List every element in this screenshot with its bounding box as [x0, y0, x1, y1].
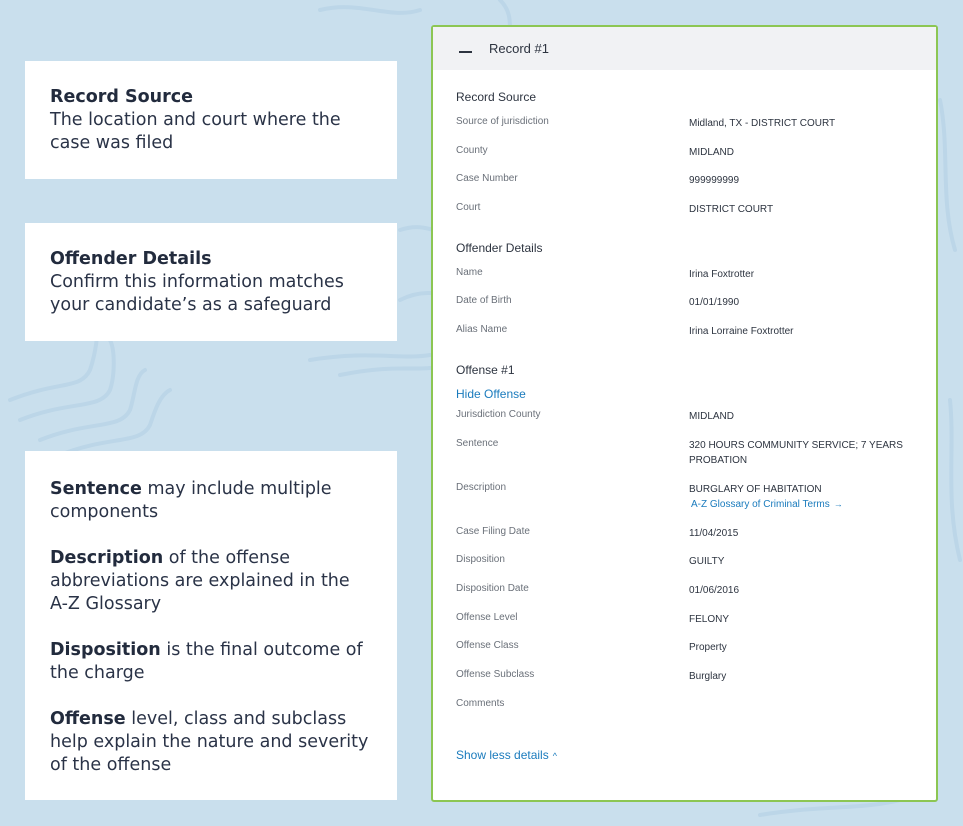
arrow-right-icon: →	[833, 498, 843, 509]
row-value: MIDLAND	[689, 410, 735, 422]
row-value: 999999999	[689, 175, 740, 187]
row-value: 01/06/2016	[689, 584, 740, 596]
row-value: Burglary	[689, 670, 727, 682]
row-value: Irina Lorraine Foxtrotter	[689, 326, 794, 338]
glossary-link-label: A-Z Glossary of Criminal Terms	[691, 498, 830, 510]
glossary-link[interactable]: A-Z Glossary of Criminal Terms →	[691, 497, 843, 512]
callout-bold: Sentence	[50, 479, 142, 499]
detail-row: Date of Birth 01/01/1990	[456, 295, 913, 324]
row-label: Offense Subclass	[456, 668, 535, 680]
row-value: Irina Foxtrotter	[689, 268, 755, 280]
callout-bold: Disposition	[50, 640, 161, 660]
record-source-section: Record Source Source of jurisdiction Midl…	[456, 90, 913, 231]
show-less-label: Show less details	[456, 748, 549, 763]
detail-row: Case Filing Date 11/04/2015	[456, 526, 913, 555]
row-value: FELONY	[689, 613, 730, 625]
detail-row: Comments	[456, 698, 913, 727]
callout-record-source: Record Source The location and court whe…	[25, 61, 397, 179]
row-label: Alias Name	[456, 324, 508, 336]
callout-disposition-note: Disposition is the final outcome of the …	[50, 639, 372, 685]
row-value: 01/01/1990	[689, 297, 740, 309]
row-label: Source of jurisdiction	[456, 116, 549, 127]
row-value: BURGLARY OF HABITATION	[689, 483, 822, 495]
row-label: Court	[456, 202, 481, 214]
offense-section: Offense #1 Hide Offense Jurisdiction Cou…	[456, 363, 913, 727]
detail-row: Name Irina Foxtrotter	[456, 267, 913, 296]
callout-text: Confirm this information matches your ca…	[50, 272, 344, 315]
row-label: Name	[456, 266, 483, 278]
detail-row: Court DISTRICT COURT	[456, 202, 913, 231]
row-value: Midland, TX - DISTRICT COURT	[689, 118, 836, 129]
hide-offense-link[interactable]: Hide Offense	[456, 387, 913, 401]
detail-row: Description BURGLARY OF HABITATION A-Z G…	[456, 482, 913, 526]
detail-row: County MIDLAND	[456, 145, 913, 174]
record-body: Record Source Source of jurisdiction Midl…	[433, 70, 936, 764]
callout-offender-details: Offender Details Confirm this informatio…	[25, 223, 397, 341]
detail-row: Offense Class Property	[456, 640, 913, 669]
row-label: Case Number	[456, 173, 518, 185]
callout-sentence-note: Sentence may include multiple components	[50, 478, 372, 524]
row-value	[689, 698, 913, 727]
callout-title: Offender Details	[50, 249, 212, 269]
detail-row: Disposition Date 01/06/2016	[456, 583, 913, 612]
callout-text: The location and court where the case wa…	[50, 110, 341, 153]
record-card: Record #1 Record Source Source of jurisd…	[431, 25, 938, 802]
row-label: Sentence	[456, 437, 499, 449]
detail-row: Offense Level FELONY	[456, 612, 913, 641]
row-label: Offense Level	[456, 611, 518, 623]
detail-row: Jurisdiction County MIDLAND	[456, 409, 913, 438]
callout-offense-notes: Sentence may include multiple components…	[25, 451, 397, 800]
row-value-group: BURGLARY OF HABITATION A-Z Glossary of C…	[689, 482, 913, 526]
row-value: 320 HOURS COMMUNITY SERVICE; 7 YEARS PRO…	[689, 439, 903, 466]
section-title: Offense #1	[456, 362, 515, 377]
detail-row: Offense Subclass Burglary	[456, 669, 913, 698]
callout-offense-note: Offense level, class and subclass help e…	[50, 708, 372, 777]
record-header[interactable]: Record #1	[433, 27, 936, 70]
callout-title: Record Source	[50, 87, 193, 107]
row-label: Description	[456, 481, 507, 493]
row-value: DISTRICT COURT	[689, 204, 774, 216]
section-title: Offender Details	[456, 240, 543, 255]
detail-row: Case Number 999999999	[456, 173, 913, 202]
callout-bold: Offense	[50, 709, 126, 729]
row-label: Date of Birth	[456, 295, 512, 307]
detail-row: Alias Name Irina Lorraine Foxtrotter	[456, 324, 913, 353]
row-label: Case Filing Date	[456, 525, 530, 537]
row-label: County	[456, 144, 488, 156]
detail-row: Sentence 320 HOURS COMMUNITY SERVICE; 7 Y…	[456, 438, 913, 482]
row-label: Disposition Date	[456, 582, 529, 594]
section-title: Record Source	[456, 90, 537, 104]
row-value: 11/04/2015	[689, 527, 739, 539]
callout-bold: Description	[50, 548, 164, 568]
row-value: MIDLAND	[689, 146, 735, 158]
record-title: Record #1	[489, 41, 549, 56]
row-value: GUILTY	[689, 556, 725, 568]
row-label: Disposition	[456, 554, 505, 566]
offender-details-section: Offender Details Name Irina Foxtrotter Da…	[456, 241, 913, 353]
detail-row: Source of jurisdiction Midland, TX - DIST…	[456, 116, 913, 145]
detail-row: Disposition GUILTY	[456, 554, 913, 583]
row-label: Offense Class	[456, 640, 519, 652]
row-label: Jurisdiction County	[456, 408, 541, 420]
callout-description-note: Description of the offense abbreviations…	[50, 547, 372, 616]
show-less-details-button[interactable]: Show less details ^	[456, 748, 557, 762]
row-label: Comments	[456, 697, 505, 709]
minus-icon[interactable]	[459, 50, 472, 53]
row-value: Property	[689, 642, 727, 654]
chevron-up-icon: ^	[552, 751, 557, 762]
